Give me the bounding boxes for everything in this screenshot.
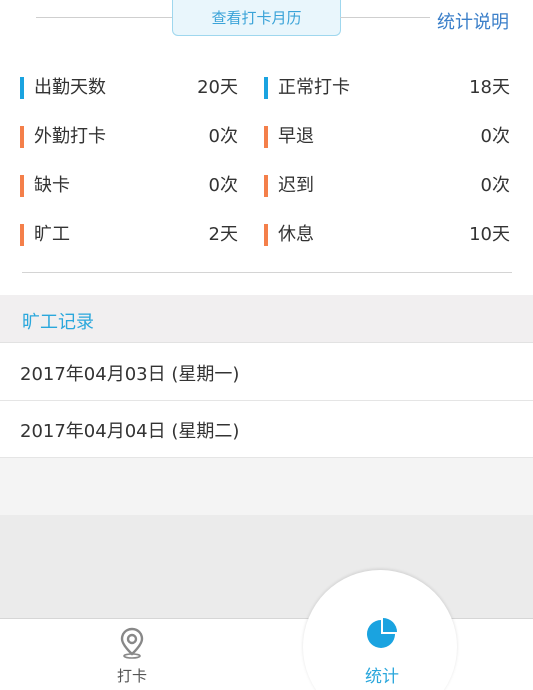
stat-value: 0次	[480, 175, 510, 196]
stat-field-punch[interactable]: 外勤打卡 0次	[20, 125, 238, 149]
stat-value: 0次	[208, 175, 238, 196]
divider-right	[340, 17, 430, 18]
stat-label: 外勤打卡	[34, 126, 106, 147]
stat-leave-early[interactable]: 早退 0次	[264, 125, 510, 149]
stat-normal-punch[interactable]: 正常打卡 18天	[264, 76, 510, 100]
record-date: 2017年04月03日 (星期一)	[20, 364, 240, 385]
empty-area	[0, 458, 533, 515]
stat-label: 休息	[278, 224, 314, 245]
stat-indicator	[264, 175, 268, 197]
stat-value: 20天	[197, 77, 238, 98]
absence-record[interactable]: 2017年04月04日 (星期二)	[0, 401, 533, 458]
stat-row: 旷工 2天 休息 10天	[0, 211, 533, 260]
absence-section-header: 旷工记录	[0, 295, 533, 343]
stat-rest[interactable]: 休息 10天	[264, 223, 510, 247]
tab-punch[interactable]: 打卡	[90, 619, 174, 690]
stat-label: 早退	[278, 126, 314, 147]
stat-value: 10天	[469, 224, 510, 245]
stat-value: 0次	[208, 126, 238, 147]
absence-record[interactable]: 2017年04月03日 (星期一)	[0, 344, 533, 401]
stat-label: 正常打卡	[278, 77, 350, 98]
tab-label: 打卡	[116, 667, 147, 685]
location-pin-icon	[120, 627, 144, 659]
pie-chart-icon	[367, 618, 397, 648]
empty-area	[0, 515, 533, 618]
stat-late[interactable]: 迟到 0次	[264, 174, 510, 198]
stat-value: 18天	[469, 77, 510, 98]
divider-left	[36, 17, 176, 18]
stat-row: 缺卡 0次 迟到 0次	[0, 162, 533, 211]
top-bar: 查看打卡月历 统计说明	[0, 0, 533, 52]
stats-explain-link[interactable]: 统计说明	[437, 8, 509, 34]
view-calendar-button[interactable]: 查看打卡月历	[172, 0, 341, 36]
section-title: 旷工记录	[22, 312, 94, 333]
stat-indicator	[264, 126, 268, 148]
stat-attendance-days[interactable]: 出勤天数 20天	[20, 76, 238, 100]
stat-row: 出勤天数 20天 正常打卡 18天	[0, 64, 533, 113]
stat-absent[interactable]: 旷工 2天	[20, 223, 238, 247]
stats-divider	[22, 272, 512, 273]
stat-row: 外勤打卡 0次 早退 0次	[0, 113, 533, 162]
stat-missing-punch[interactable]: 缺卡 0次	[20, 174, 238, 198]
tab-label: 统计	[365, 667, 399, 687]
stat-indicator	[20, 224, 24, 246]
stat-value: 0次	[480, 126, 510, 147]
stat-label: 迟到	[278, 175, 314, 196]
record-date: 2017年04月04日 (星期二)	[20, 421, 240, 442]
stat-indicator	[20, 175, 24, 197]
stat-value: 2天	[208, 224, 238, 245]
stat-indicator	[264, 224, 268, 246]
stat-label: 旷工	[34, 224, 70, 245]
stat-indicator	[264, 77, 268, 99]
stat-label: 缺卡	[34, 175, 70, 196]
stats-grid: 出勤天数 20天 正常打卡 18天 外勤打卡 0次 早退 0次 缺卡 0次 迟到	[0, 64, 533, 260]
stat-indicator	[20, 126, 24, 148]
stat-label: 出勤天数	[34, 77, 106, 98]
stat-indicator	[20, 77, 24, 99]
tab-statistics[interactable]: 统计	[340, 614, 424, 690]
